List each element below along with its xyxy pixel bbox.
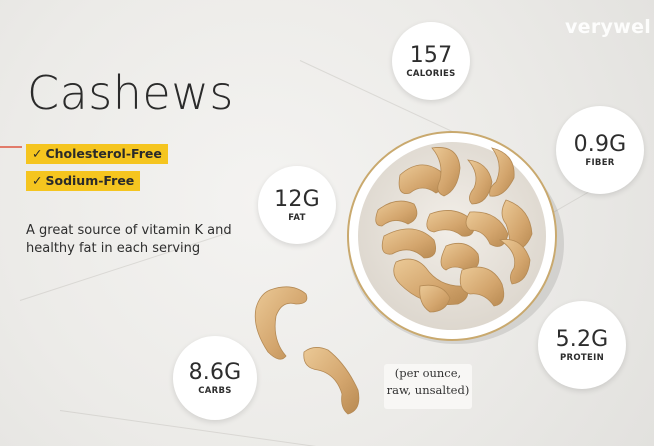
protein-label: PROTEIN <box>560 352 604 363</box>
fiber-value: 0.9G <box>573 131 627 157</box>
fat-bubble: 12G FAT <box>258 166 336 244</box>
calories-bubble: 157 CALORIES <box>392 22 470 100</box>
serving-note-line1: (per ounce, <box>394 366 462 380</box>
serving-note-line2: raw, unsalted) <box>386 383 470 397</box>
protein-value: 5.2G <box>555 326 609 352</box>
calories-label: CALORIES <box>406 68 456 79</box>
carbs-label: CARBS <box>198 385 232 396</box>
carbs-value: 8.6G <box>188 359 242 385</box>
badge-label: Cholesterol-Free <box>45 146 162 161</box>
tagline: A great source of vitamin K and healthy … <box>26 223 232 256</box>
fiber-bubble: 0.9G FIBER <box>556 106 644 194</box>
calories-value: 157 <box>409 42 453 68</box>
page-title: Cashews <box>27 66 234 120</box>
badge-label: Sodium-Free <box>45 173 135 188</box>
protein-bubble: 5.2G PROTEIN <box>538 301 626 389</box>
fat-value: 12G <box>274 186 320 212</box>
serving-note: (per ounce, raw, unsalted) <box>384 364 472 409</box>
fiber-label: FIBER <box>585 157 615 168</box>
fat-label: FAT <box>288 212 306 223</box>
carbs-bubble: 8.6G CARBS <box>173 336 257 420</box>
check-icon: ✓ <box>32 173 43 188</box>
infographic: verywel Cashews ✓ Cholesterol-Free ✓ Sodiu… <box>0 0 654 446</box>
brand-logo: verywel <box>565 16 652 38</box>
sodium-free-badge: ✓ Sodium-Free <box>26 171 141 191</box>
cholesterol-free-badge: ✓ Cholesterol-Free <box>26 144 168 164</box>
check-icon: ✓ <box>32 146 43 161</box>
